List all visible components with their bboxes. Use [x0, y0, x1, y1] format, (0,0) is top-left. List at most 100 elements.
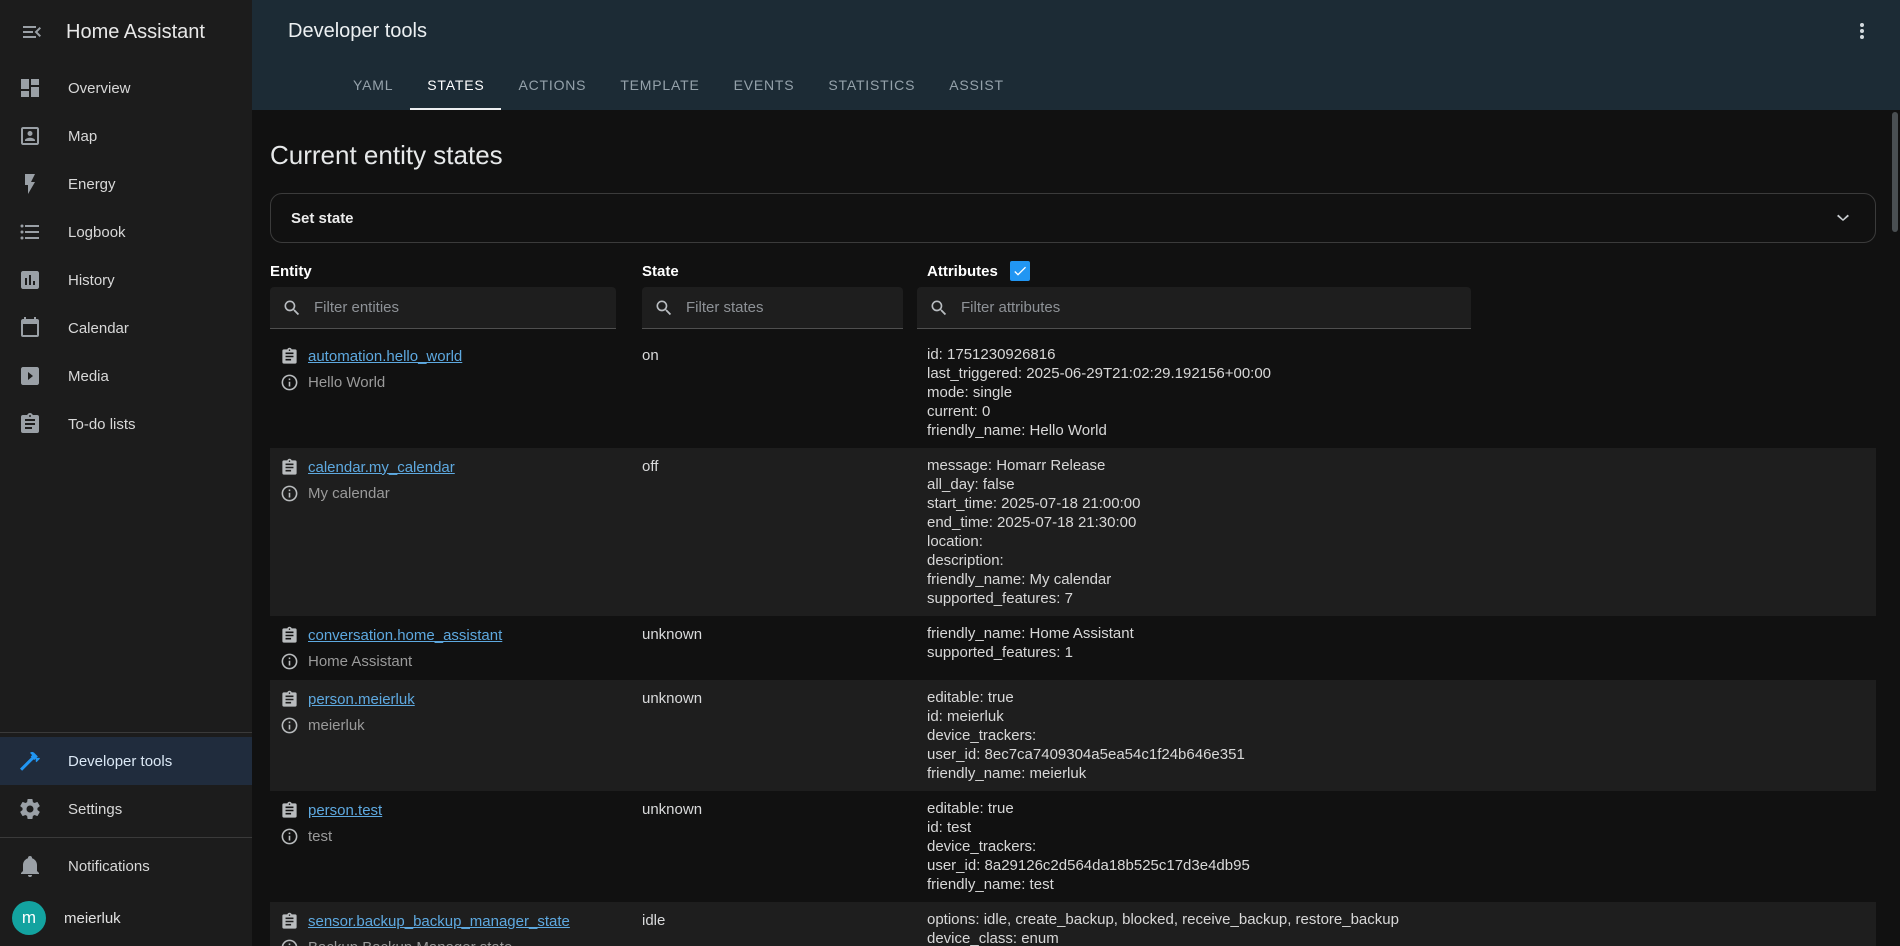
overflow-menu-button[interactable] [1846, 15, 1878, 47]
divider [0, 732, 252, 733]
copy-entity-id-icon[interactable] [280, 912, 299, 931]
sidebar-toggle-button[interactable] [16, 16, 48, 48]
table-row: calendar.my_calendar My calendar off mes… [270, 448, 1876, 616]
sidebar-item-settings[interactable]: Settings [0, 785, 252, 833]
attributes-cell: options: idle, create_backup, blocked, r… [917, 902, 1471, 946]
sidebar-nav: Overview Map Energy Logbook History Cale… [0, 64, 252, 448]
scrollbar[interactable] [1892, 112, 1898, 232]
state-cell: idle [630, 902, 917, 946]
state-cell: on [630, 337, 917, 448]
sidebar-item-label: Developer tools [68, 753, 172, 770]
entity-cell: sensor.backup_backup_manager_state Backu… [270, 902, 630, 946]
filter-entities-box [270, 287, 616, 329]
table-row: person.test test unknown editable: true … [270, 791, 1876, 902]
entity-friendly-name: test [308, 828, 332, 845]
filter-entities-input[interactable] [314, 299, 604, 316]
divider [0, 837, 252, 838]
sidebar-item-label: Notifications [68, 858, 150, 875]
sidebar-item-label: Media [68, 368, 109, 385]
state-cell: unknown [630, 680, 917, 791]
entity-friendly-name: Backup Backup Manager state [308, 939, 512, 946]
info-icon[interactable] [280, 716, 299, 735]
copy-entity-id-icon[interactable] [280, 347, 299, 366]
attributes-cell: friendly_name: Home Assistant supported_… [917, 616, 1471, 680]
gear-icon [18, 797, 42, 821]
sidebar-item-notifications[interactable]: Notifications [0, 842, 252, 890]
sidebar-item-logbook[interactable]: Logbook [0, 208, 252, 256]
sidebar-spacer [0, 448, 252, 728]
filter-attributes-input[interactable] [961, 299, 1459, 316]
sidebar-item-label: Map [68, 128, 97, 145]
sidebar-item-label: Energy [68, 176, 116, 193]
devtools-tabs: YAML STATES ACTIONS TEMPLATE EVENTS STAT… [252, 62, 1900, 110]
attributes-cell: editable: true id: meierluk device_track… [917, 680, 1471, 791]
table-filter-row [270, 287, 1876, 329]
tab-statistics[interactable]: STATISTICS [811, 62, 932, 110]
tab-actions[interactable]: ACTIONS [501, 62, 603, 110]
table-row: automation.hello_world Hello World on id… [270, 337, 1876, 448]
sidebar-item-media[interactable]: Media [0, 352, 252, 400]
tab-assist[interactable]: ASSIST [932, 62, 1021, 110]
attributes-cell: editable: true id: test device_trackers:… [917, 791, 1471, 902]
tab-template[interactable]: TEMPLATE [603, 62, 716, 110]
chart-icon [18, 268, 42, 292]
sidebar-user-profile[interactable]: m meierluk [0, 890, 252, 946]
set-state-expansion-panel[interactable]: Set state [270, 193, 1876, 243]
sidebar-item-todo-lists[interactable]: To-do lists [0, 400, 252, 448]
state-cell: off [630, 448, 917, 616]
entity-link[interactable]: sensor.backup_backup_manager_state [308, 913, 570, 930]
copy-entity-id-icon[interactable] [280, 801, 299, 820]
entity-link[interactable]: person.meierluk [308, 691, 415, 708]
sidebar-item-label: Calendar [68, 320, 129, 337]
topbar: Developer tools YAML STATES ACTIONS TEMP… [252, 0, 1900, 110]
sidebar-header: Home Assistant [0, 0, 252, 64]
entity-link[interactable]: automation.hello_world [308, 348, 462, 365]
sidebar-item-overview[interactable]: Overview [0, 64, 252, 112]
entity-friendly-name: My calendar [308, 485, 390, 502]
copy-entity-id-icon[interactable] [280, 458, 299, 477]
info-icon[interactable] [280, 373, 299, 392]
info-icon[interactable] [280, 827, 299, 846]
attributes-header-label: Attributes [927, 263, 998, 280]
entity-cell: automation.hello_world Hello World [270, 337, 630, 448]
info-icon[interactable] [280, 484, 299, 503]
entity-cell: person.meierluk meierluk [270, 680, 630, 791]
map-icon [18, 124, 42, 148]
tab-events[interactable]: EVENTS [717, 62, 812, 110]
states-content: Current entity states Set state Entity S… [252, 110, 1900, 946]
sidebar-item-developer-tools[interactable]: Developer tools [0, 737, 252, 785]
main-area: Developer tools YAML STATES ACTIONS TEMP… [252, 0, 1900, 946]
table-row: conversation.home_assistant Home Assista… [270, 616, 1876, 680]
topbar-title-row: Developer tools [252, 0, 1900, 62]
play-box-icon [18, 364, 42, 388]
sidebar-item-map[interactable]: Map [0, 112, 252, 160]
sidebar-item-label: Overview [68, 80, 131, 97]
sidebar-item-calendar[interactable]: Calendar [0, 304, 252, 352]
sidebar-item-label: To-do lists [68, 416, 136, 433]
entity-link[interactable]: conversation.home_assistant [308, 627, 502, 644]
entity-link[interactable]: calendar.my_calendar [308, 459, 455, 476]
attributes-visibility-checkbox[interactable] [1010, 261, 1030, 281]
entity-link[interactable]: person.test [308, 802, 382, 819]
info-icon[interactable] [280, 652, 299, 671]
clipboard-list-icon [18, 412, 42, 436]
copy-entity-id-icon[interactable] [280, 690, 299, 709]
app-title: Home Assistant [66, 21, 205, 44]
entity-cell: calendar.my_calendar My calendar [270, 448, 630, 616]
page-header-title: Developer tools [288, 20, 427, 43]
filter-states-box [642, 287, 903, 329]
sidebar-item-history[interactable]: History [0, 256, 252, 304]
entity-friendly-name: Home Assistant [308, 653, 412, 670]
filter-states-input[interactable] [686, 299, 891, 316]
menu-open-icon [20, 20, 44, 44]
sidebar-item-label: History [68, 272, 115, 289]
avatar: m [12, 901, 46, 935]
state-cell: unknown [630, 791, 917, 902]
entity-cell: person.test test [270, 791, 630, 902]
copy-entity-id-icon[interactable] [280, 626, 299, 645]
tab-states[interactable]: STATES [410, 62, 501, 110]
tab-yaml[interactable]: YAML [336, 62, 410, 110]
sidebar-item-energy[interactable]: Energy [0, 160, 252, 208]
dashboard-icon [18, 76, 42, 100]
info-icon[interactable] [280, 938, 299, 946]
